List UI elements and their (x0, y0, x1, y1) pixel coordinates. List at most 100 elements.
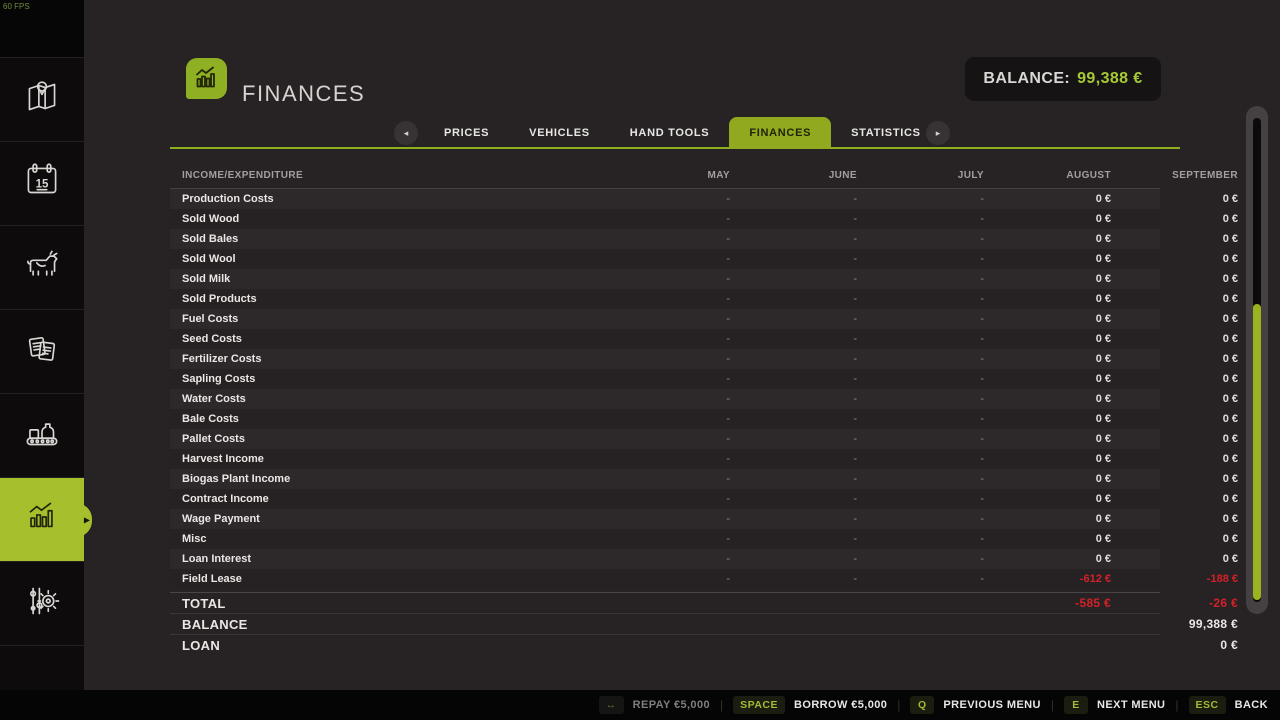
table-row-field-lease: Field Lease----612 €-188 € (170, 569, 1160, 589)
tab-list: PRICESVEHICLESHAND TOOLSFINANCESSTATISTI… (424, 117, 941, 149)
svg-text:15: 15 (36, 178, 49, 190)
tab-hand-tools[interactable]: HAND TOOLS (610, 117, 730, 149)
row-value: 0 € (1111, 233, 1238, 245)
row-label: Seed Costs (170, 333, 603, 345)
row-value: 0 € (1111, 333, 1238, 345)
summary-label: BALANCE (170, 617, 603, 632)
row-value: - (603, 273, 730, 285)
row-value: - (857, 493, 984, 505)
finances-screen: 60 FPS 15 (0, 0, 1280, 720)
table-row-sapling-costs: Sapling Costs---0 €0 € (170, 369, 1160, 389)
row-value: - (857, 433, 984, 445)
sidebar-item-map[interactable] (0, 58, 84, 142)
tab-vehicles[interactable]: VEHICLES (509, 117, 610, 149)
row-label: Misc (170, 533, 603, 545)
tabs-prev-button[interactable]: ◂ (394, 121, 418, 145)
key-badge-space: SPACE (733, 696, 785, 714)
row-value: 0 € (1111, 253, 1238, 265)
row-value: - (730, 193, 857, 205)
tab-prices[interactable]: PRICES (424, 117, 509, 149)
tab-statistics[interactable]: STATISTICS (831, 117, 941, 149)
row-value: 0 € (1111, 453, 1238, 465)
tabs-next-button[interactable]: ▸ (926, 121, 950, 145)
row-value: - (730, 573, 857, 585)
row-value: - (857, 453, 984, 465)
row-value: - (857, 373, 984, 385)
row-value: 0 € (984, 193, 1111, 205)
table-row-water-costs: Water Costs---0 €0 € (170, 389, 1160, 409)
sidebar-item-calendar[interactable]: 15 (0, 142, 84, 226)
key-hint-back[interactable]: ESCBACK (1189, 696, 1268, 714)
key-hint-borrow-5-000[interactable]: SPACEBORROW €5,000 (733, 696, 887, 714)
row-value: 0 € (984, 413, 1111, 425)
row-value: 0 € (1111, 353, 1238, 365)
table-row-fertilizer-costs: Fertilizer Costs---0 €0 € (170, 349, 1160, 369)
row-label: Sold Bales (170, 233, 603, 245)
sidebar-item-finances[interactable]: ▶ (0, 478, 84, 562)
key-hint-next-menu[interactable]: ENEXT MENU (1064, 696, 1165, 714)
repay-key-icon: ↔ (599, 696, 624, 714)
row-value: 0 € (984, 433, 1111, 445)
table-row-sold-milk: Sold Milk---0 €0 € (170, 269, 1160, 289)
row-value: - (857, 553, 984, 565)
key-hint-label: REPAY €5,000 (633, 699, 710, 711)
row-value: 0 € (984, 333, 1111, 345)
row-value: 0 € (984, 213, 1111, 225)
row-value: - (603, 533, 730, 545)
row-value: - (603, 473, 730, 485)
summary-row-total: TOTAL-585 €-26 € (170, 593, 1160, 614)
sidebar-item-settings[interactable] (0, 562, 84, 646)
row-value: - (730, 293, 857, 305)
finances-chart-icon (19, 494, 65, 545)
row-value: - (857, 193, 984, 205)
summary-label: LOAN (170, 638, 603, 653)
row-value: 0 € (984, 453, 1111, 465)
row-value: - (603, 373, 730, 385)
row-value: 0 € (984, 473, 1111, 485)
finances-table: INCOME/EXPENDITUREMAYJUNEJULYAUGUSTSEPTE… (170, 163, 1160, 655)
row-value: 0 € (1111, 493, 1238, 505)
row-value: - (603, 573, 730, 585)
row-value: - (730, 273, 857, 285)
row-value: - (857, 253, 984, 265)
key-hint-repay-5-000[interactable]: ↔ REPAY €5,000 (599, 696, 710, 714)
column-header-september: SEPTEMBER (1111, 170, 1238, 181)
key-hint-previous-menu[interactable]: QPREVIOUS MENU (910, 696, 1041, 714)
map-icon (19, 74, 65, 125)
row-value: - (603, 293, 730, 305)
table-row-bale-costs: Bale Costs---0 €0 € (170, 409, 1160, 429)
row-label: Bale Costs (170, 413, 603, 425)
row-value: - (857, 533, 984, 545)
row-value: 0 € (984, 353, 1111, 365)
row-value: 0 € (984, 393, 1111, 405)
table-body: Production Costs---0 €0 €Sold Wood---0 €… (170, 189, 1160, 589)
settings-icon (19, 578, 65, 629)
key-badge-e: E (1064, 696, 1088, 714)
row-value: - (603, 213, 730, 225)
tab-finances[interactable]: FINANCES (729, 117, 831, 149)
table-row-loan-interest: Loan Interest---0 €0 € (170, 549, 1160, 569)
row-value: - (857, 233, 984, 245)
key-badge-esc: ESC (1189, 696, 1226, 714)
production-icon (19, 410, 65, 461)
sidebar-item-animals[interactable] (0, 226, 84, 310)
row-value: -188 € (1111, 573, 1238, 585)
key-badge-q: Q (910, 696, 934, 714)
row-value: 0 € (984, 533, 1111, 545)
table-row-sold-wool: Sold Wool---0 €0 € (170, 249, 1160, 269)
row-value: - (603, 453, 730, 465)
row-value: - (857, 333, 984, 345)
finances-page-icon (186, 58, 227, 99)
table-row-sold-wood: Sold Wood---0 €0 € (170, 209, 1160, 229)
row-value: - (857, 293, 984, 305)
balance-badge: BALANCE: 99,388 € (965, 57, 1161, 101)
row-value: 0 € (1111, 413, 1238, 425)
scrollbar-thumb[interactable] (1253, 304, 1261, 600)
row-value: 0 € (984, 273, 1111, 285)
scrollbar-track[interactable] (1253, 118, 1261, 602)
column-header-may: MAY (603, 170, 730, 181)
key-hint-separator: | (720, 698, 723, 712)
row-value: 0 € (984, 513, 1111, 525)
sidebar-item-contracts[interactable] (0, 310, 84, 394)
sidebar-item-production[interactable] (0, 394, 84, 478)
